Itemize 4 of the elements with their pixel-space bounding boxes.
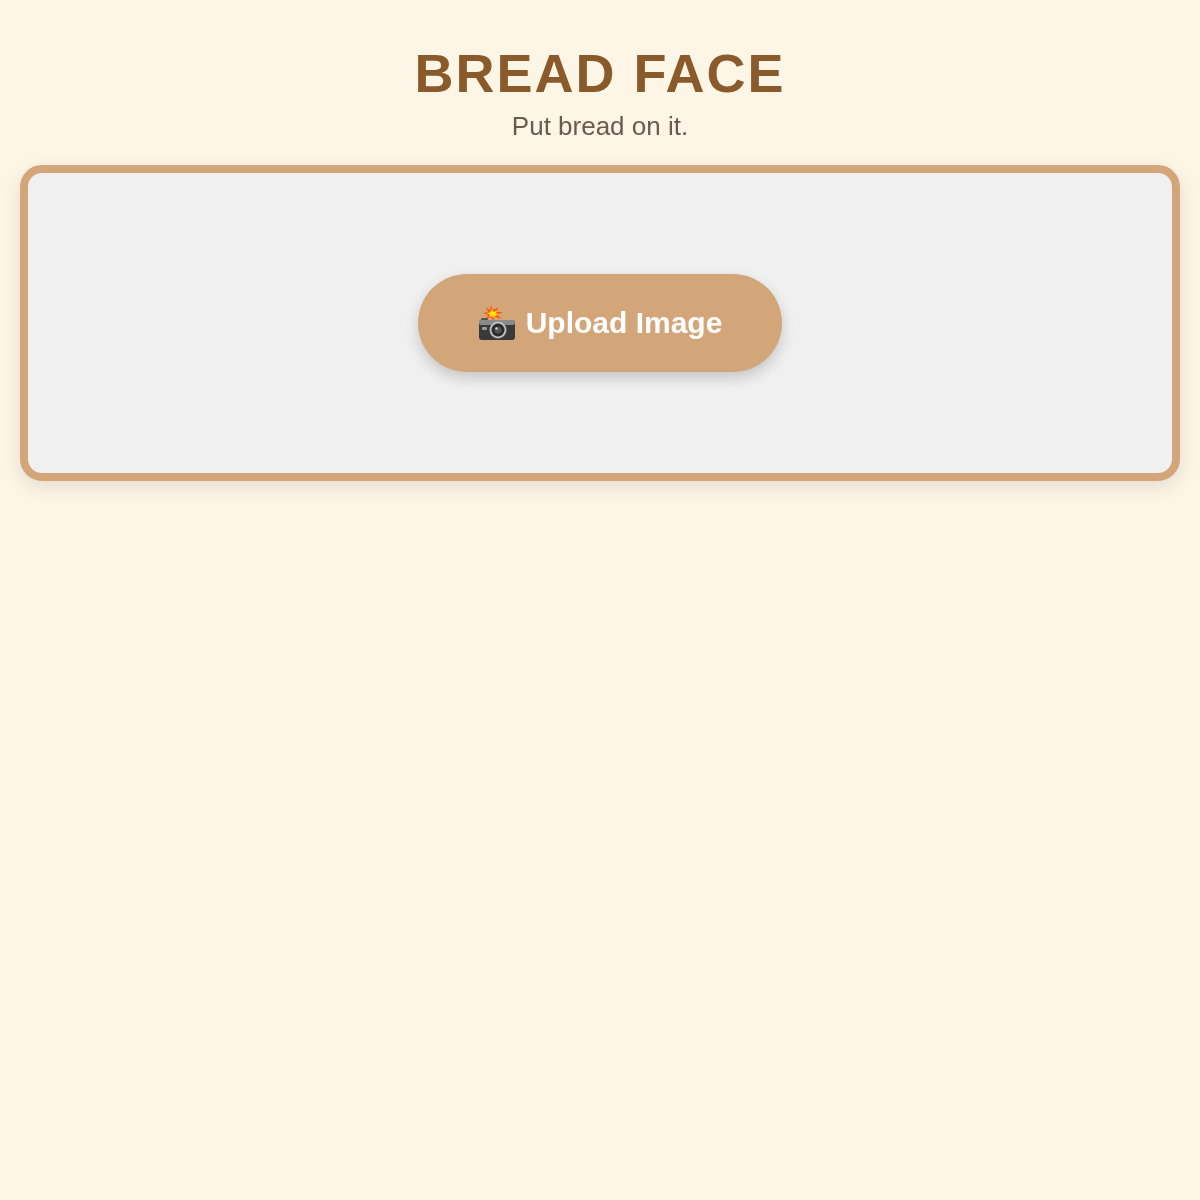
page-title: BREAD FACE <box>414 44 786 102</box>
camera-icon <box>477 304 516 341</box>
upload-image-button[interactable]: Upload Image <box>417 273 783 372</box>
page-subtitle: Put bread on it. <box>511 110 689 143</box>
